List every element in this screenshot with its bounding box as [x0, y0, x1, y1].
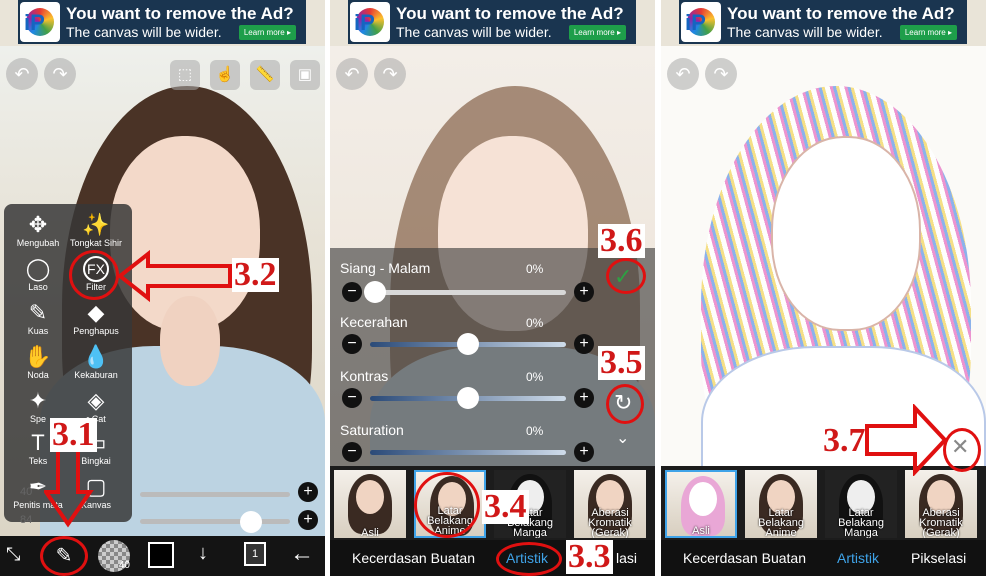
brush-size-value: 40: [20, 486, 33, 498]
annotation-circle: [414, 472, 480, 538]
undo-icon[interactable]: ↶: [667, 58, 699, 90]
slider-knob[interactable]: [364, 281, 386, 303]
opacity-value: 84: [20, 514, 33, 526]
ad-learn-more-button[interactable]: Learn more ▸: [899, 25, 957, 40]
plus-icon[interactable]: +: [574, 282, 594, 302]
bucket-icon: ◈: [87, 388, 105, 413]
filter-thumb-chromatic[interactable]: Aberasi Kromatik (Gerak): [905, 470, 977, 538]
annotation-circle: [40, 536, 88, 576]
tool-move[interactable]: ✥ Mengubah: [8, 212, 68, 248]
annotation-label-3-5: 3.5: [598, 344, 645, 381]
plus-icon[interactable]: +: [574, 442, 594, 462]
plus-icon[interactable]: +: [298, 510, 318, 530]
tool-smudge[interactable]: ✋ Noda: [8, 344, 68, 380]
brush-size-badge[interactable]: 40: [98, 540, 130, 572]
filter-thumb-original[interactable]: Asli: [665, 470, 737, 538]
annotation-arrow-left: [118, 250, 232, 303]
tab-pixelate[interactable]: Pikselasi: [911, 550, 966, 566]
ad-title: You want to remove the Ad?: [396, 4, 624, 23]
plus-icon[interactable]: +: [298, 482, 318, 502]
tab-ai[interactable]: Kecerdasan Buatan: [683, 550, 806, 566]
annotation-label-3-6: 3.6: [598, 222, 645, 259]
ad-banner[interactable]: iP You want to remove the Ad? The canvas…: [348, 0, 636, 44]
annotation-arrow-down: [44, 448, 94, 528]
back-arrow-icon[interactable]: ←: [290, 540, 314, 568]
arrow-down-icon[interactable]: ↓: [198, 542, 208, 565]
selection-icon[interactable]: ⬚: [170, 60, 200, 90]
chevron-down-icon[interactable]: ⌄: [616, 428, 629, 448]
color-swatch[interactable]: [148, 542, 174, 568]
app-logo: iP: [350, 2, 390, 42]
image-icon[interactable]: ▣: [290, 60, 320, 90]
smudge-icon: ✋: [24, 344, 52, 369]
filter-thumb-original[interactable]: Asli: [334, 470, 406, 538]
redo-icon[interactable]: ↷: [374, 58, 406, 90]
filter-thumb-anime[interactable]: Latar Belakang Anime: [745, 470, 817, 538]
redo-icon[interactable]: ↷: [44, 58, 76, 90]
annotation-circle: [943, 428, 981, 472]
plus-icon[interactable]: +: [574, 334, 594, 354]
redo-icon[interactable]: ↷: [705, 58, 737, 90]
app-logo: iP: [681, 2, 721, 42]
annotation-circle: [69, 250, 119, 300]
tool-brush[interactable]: ✎ Kuas: [8, 300, 68, 336]
tab-artistic[interactable]: Artistik: [837, 550, 879, 566]
filter-category-tabs: Kecerdasan Buatan Artistik Pikselasi: [661, 540, 986, 576]
annotation-circle: [606, 258, 646, 294]
tool-magic-wand[interactable]: ✨ Tongkat Sihir: [66, 212, 126, 248]
annotation-label-3-3: 3.3: [566, 538, 613, 575]
panel-filter-result: iP You want to remove the Ad? The canvas…: [661, 0, 986, 576]
filter-thumbnail-strip: Asli Latar Belakang Anime Latar Belakang…: [661, 466, 986, 540]
ad-learn-more-button[interactable]: Learn more ▸: [238, 25, 296, 40]
ad-title: You want to remove the Ad?: [727, 4, 955, 23]
minus-icon[interactable]: −: [342, 334, 362, 354]
transform-icon[interactable]: ⤡: [6, 544, 20, 565]
annotation-circle: [606, 384, 644, 424]
annotation-label-3-7: 3.7: [821, 422, 868, 459]
ruler-icon[interactable]: 📏: [250, 60, 280, 90]
annotation-label-3-1: 3.1: [50, 416, 97, 453]
filter-thumb-manga[interactable]: Latar Belakang Manga: [825, 470, 897, 538]
annotation-circle: [496, 542, 562, 576]
ad-title: You want to remove the Ad?: [66, 4, 294, 23]
panel-filter-adjust: iP You want to remove the Ad? The canvas…: [330, 0, 655, 576]
tool-lasso[interactable]: ◯ Laso: [8, 256, 68, 292]
annotation-arrow-right: [865, 404, 948, 476]
gesture-icon[interactable]: ☝: [210, 60, 240, 90]
minus-icon[interactable]: −: [342, 388, 362, 408]
ad-learn-more-button[interactable]: Learn more ▸: [568, 25, 626, 40]
sparkle-icon: ✦: [28, 388, 48, 413]
magic-wand-icon: ✨: [82, 212, 110, 237]
ad-banner[interactable]: iP You want to remove the Ad? The canvas…: [18, 0, 306, 44]
blur-icon: 💧: [82, 344, 110, 369]
slider-knob[interactable]: [457, 387, 479, 409]
annotation-label-3-2: 3.2: [232, 256, 279, 293]
eraser-icon: ◆: [87, 300, 105, 325]
lasso-icon: ◯: [25, 256, 51, 281]
tab-ai[interactable]: Kecerdasan Buatan: [352, 550, 475, 566]
undo-icon[interactable]: ↶: [6, 58, 38, 90]
panel-tool-menu: iP You want to remove the Ad? The canvas…: [0, 0, 325, 576]
brush-icon: ✎: [28, 300, 48, 325]
filter-thumb-chromatic[interactable]: Aberasi Kromatik (Gerak): [574, 470, 646, 538]
move-icon: ✥: [28, 212, 48, 237]
tab-pixelate[interactable]: lasi: [616, 550, 637, 566]
tool-blur[interactable]: 💧 Kekaburan: [66, 344, 126, 380]
app-logo: iP: [20, 2, 60, 42]
layers-icon[interactable]: 1: [244, 542, 266, 566]
annotation-label-3-4: 3.4: [482, 488, 529, 525]
slider-knob[interactable]: [457, 333, 479, 355]
minus-icon[interactable]: −: [342, 282, 362, 302]
tool-eraser[interactable]: ◆ Penghapus: [66, 300, 126, 336]
plus-icon[interactable]: +: [574, 388, 594, 408]
ad-banner[interactable]: iP You want to remove the Ad? The canvas…: [679, 0, 967, 44]
minus-icon[interactable]: −: [342, 442, 362, 462]
opacity-knob[interactable]: [240, 511, 262, 533]
undo-icon[interactable]: ↶: [336, 58, 368, 90]
